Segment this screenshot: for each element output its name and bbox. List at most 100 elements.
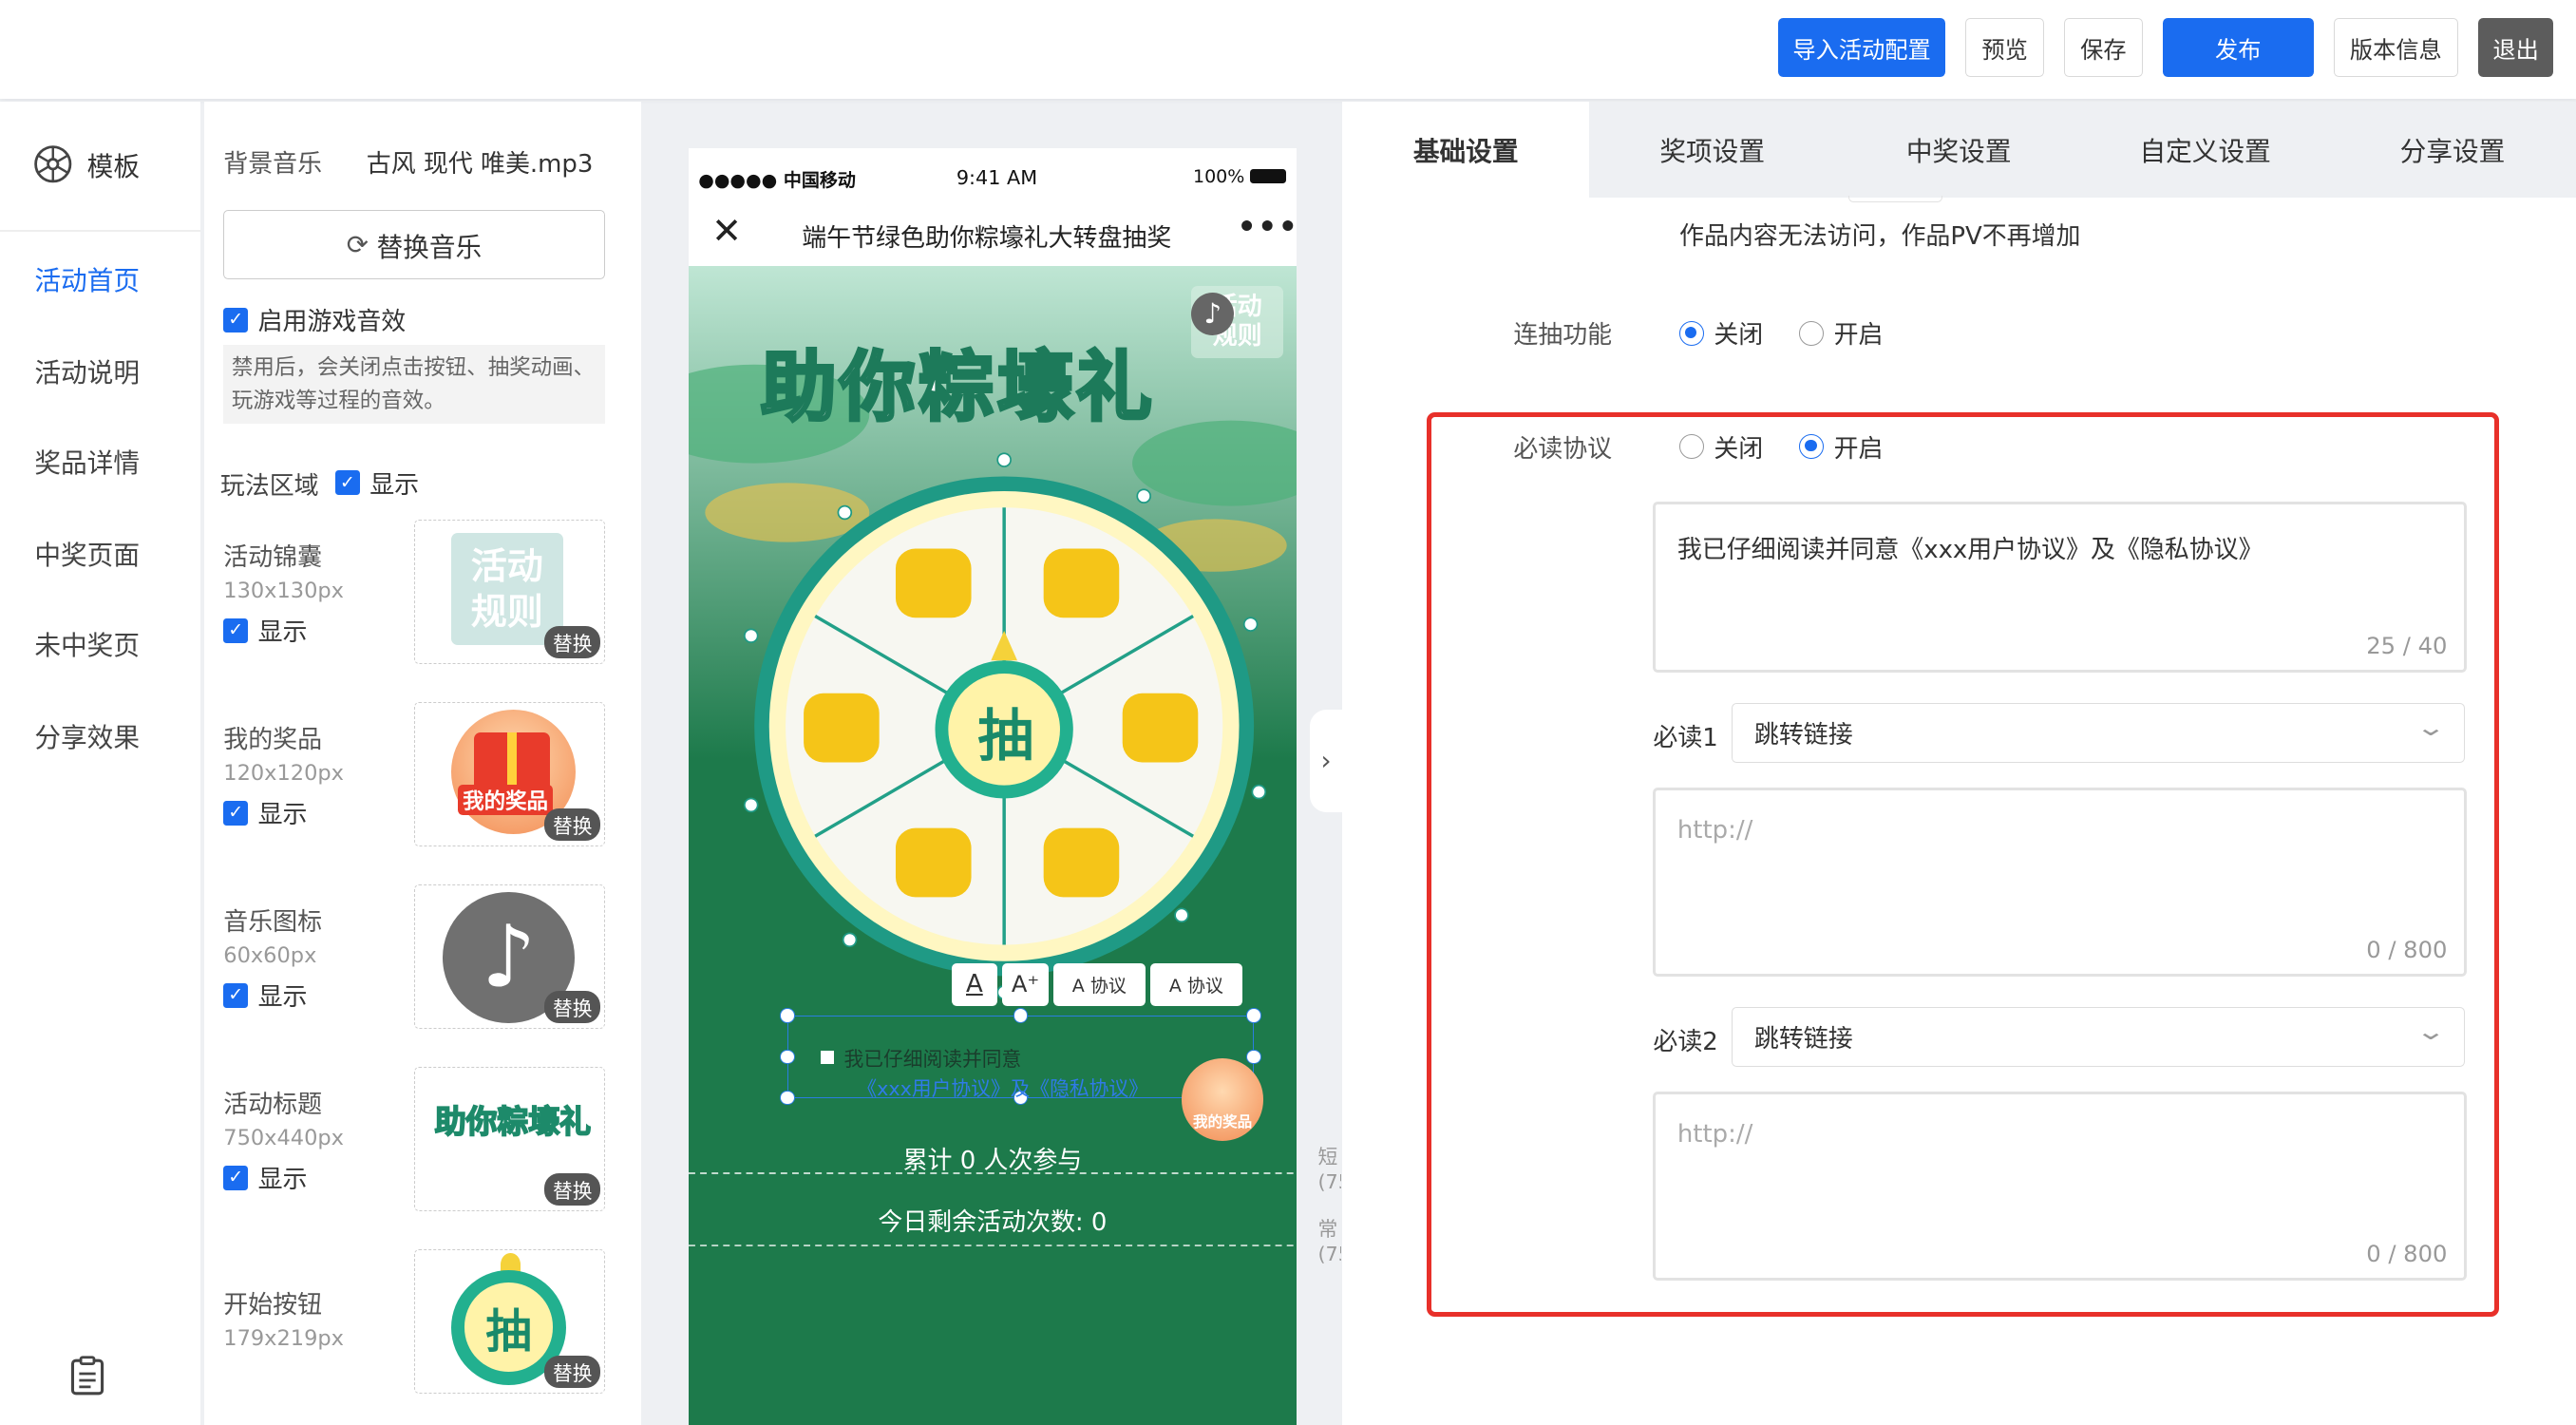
chevron-down-icon: ⌄ xyxy=(2415,713,2447,741)
multi-draw-on-radio[interactable]: 开启 xyxy=(1799,315,1884,351)
read1-url-input[interactable]: http:// 0 / 800 xyxy=(1653,787,2467,977)
read1-label: 必读1 xyxy=(1653,724,1718,752)
exit-button[interactable]: 退出 xyxy=(2477,18,2554,78)
text-format-toolbar: A A⁺ A 协议 A 协议 xyxy=(951,962,1242,1006)
asset-thumb-title[interactable]: 助你粽壕礼 替换 xyxy=(413,1066,605,1211)
play-area-show-checkbox[interactable]: ✓ 显示 xyxy=(334,466,419,501)
sidebar-item-lose-page[interactable]: 未中奖页 xyxy=(34,624,140,662)
check-icon: ✓ xyxy=(223,800,249,826)
battery-status: 100% xyxy=(1193,166,1286,187)
show-label: 显示 xyxy=(257,1166,308,1195)
game-sound-label: 启用游戏音效 xyxy=(257,308,407,337)
replace-tag[interactable]: 替换 xyxy=(544,1173,601,1206)
read2-label: 必读2 xyxy=(1653,1028,1718,1057)
preview-button[interactable]: 预览 xyxy=(1965,18,2045,78)
title-thumb-text: 助你粽壕礼 xyxy=(434,1102,592,1141)
asset-show-checkbox[interactable]: ✓ 显示 xyxy=(223,1160,307,1195)
music-toggle-icon[interactable]: ♪ xyxy=(1191,292,1235,335)
font-style-button[interactable]: A xyxy=(951,962,998,1006)
chevron-down-icon: ⌄ xyxy=(2415,1017,2447,1045)
refresh-icon: ⟳ xyxy=(346,229,369,261)
asset-name: 开始按钮 xyxy=(223,1290,323,1320)
show-label: 显示 xyxy=(257,983,308,1013)
check-icon: ✓ xyxy=(223,982,249,1008)
asset-name: 我的奖品 xyxy=(223,725,323,754)
import-config-button[interactable]: 导入活动配置 xyxy=(1777,18,1946,78)
agreement-links[interactable]: 《xxx用户协议》及《隐私协议》 xyxy=(857,1073,1148,1101)
read1-type-value: 跳转链接 xyxy=(1753,721,1853,750)
agreement-radio-group: 关闭 开启 xyxy=(1679,429,1920,465)
protocol-style-button-1[interactable]: A 协议 xyxy=(1052,962,1146,1006)
asset-size: 750x440px xyxy=(223,1126,344,1151)
agree-checkbox[interactable] xyxy=(821,1050,835,1064)
asset-show-checkbox[interactable]: ✓ 显示 xyxy=(223,978,307,1013)
sidebar-item-win-page[interactable]: 中奖页面 xyxy=(34,534,140,572)
version-info-button[interactable]: 版本信息 xyxy=(2333,18,2459,78)
agreement-label: 必读协议 xyxy=(1513,434,1613,464)
replace-tag[interactable]: 替换 xyxy=(544,991,601,1023)
replace-music-button[interactable]: ⟳ 替换音乐 xyxy=(223,210,605,280)
participant-count: 累计 0 人次参与 xyxy=(902,1146,1083,1175)
asset-thumb-music-icon[interactable]: ♪ 替换 xyxy=(413,884,605,1029)
read1-type-select[interactable]: 跳转链接 ⌄ xyxy=(1732,703,2465,763)
agreement-text-area[interactable]: 我已仔细阅读并同意《xxx用户协议》及《隐私协议》 25 / 40 xyxy=(1653,501,2467,673)
battery-icon xyxy=(1249,168,1286,184)
input-edge xyxy=(1848,195,1942,202)
read1-url-placeholder: http:// xyxy=(1676,816,1753,846)
template-label: 模板 xyxy=(86,150,141,182)
my-prize-float-icon[interactable]: 我的奖品 xyxy=(1181,1058,1264,1141)
banner-title: 助你粽壕礼 xyxy=(759,341,1156,432)
protocol-style-button-2[interactable]: A 协议 xyxy=(1149,962,1242,1006)
wheel-start-button[interactable]: 抽 xyxy=(952,691,1060,771)
show-label: 显示 xyxy=(257,801,308,830)
replace-tag[interactable]: 替换 xyxy=(544,626,601,658)
asset-name: 音乐图标 xyxy=(223,907,323,937)
game-sound-checkbox[interactable]: ✓ 启用游戏音效 xyxy=(223,302,406,337)
multi-draw-off-radio[interactable]: 关闭 xyxy=(1679,315,1763,351)
chevron-right-icon: › xyxy=(1320,745,1332,777)
divider xyxy=(0,230,201,232)
clipboard-icon[interactable] xyxy=(69,1356,105,1396)
tab-share-settings[interactable]: 分享设置 xyxy=(2328,102,2576,197)
more-icon[interactable]: ••• xyxy=(1238,210,1297,244)
battery-text: 100% xyxy=(1192,165,1245,187)
agreement-on-radio[interactable]: 开启 xyxy=(1799,429,1884,465)
read2-url-placeholder: http:// xyxy=(1676,1120,1753,1150)
tab-custom-settings[interactable]: 自定义设置 xyxy=(2082,102,2329,197)
tab-basic-settings[interactable]: 基础设置 xyxy=(1342,102,1589,198)
tab-winning-settings[interactable]: 中奖设置 xyxy=(1835,102,2082,197)
read2-url-input[interactable]: http:// 0 / 800 xyxy=(1653,1091,2467,1281)
carrier-status: ●●●●● 中国移动 xyxy=(698,169,856,191)
read2-type-select[interactable]: 跳转链接 ⌄ xyxy=(1732,1007,2465,1067)
stage-artwork xyxy=(688,266,1297,1247)
template-tab[interactable]: 模板 xyxy=(33,144,140,184)
asset-thumb-my-prize[interactable]: 我的奖品 替换 xyxy=(413,701,605,846)
asset-thumb-start-button[interactable]: 抽 替换 xyxy=(413,1248,605,1395)
panel-collapse-handle[interactable]: › xyxy=(1309,710,1343,812)
sidebar-item-home[interactable]: 活动首页 xyxy=(34,259,140,297)
asset-size: 179x219px xyxy=(223,1326,344,1352)
bgm-label: 背景音乐 xyxy=(223,150,323,180)
check-icon: ✓ xyxy=(334,470,360,496)
close-icon[interactable]: ✕ xyxy=(711,210,742,252)
remaining-count: 今日剩余活动次数: 0 xyxy=(878,1208,1108,1238)
publish-button[interactable]: 发布 xyxy=(2162,18,2314,78)
asset-show-checkbox[interactable]: ✓ 显示 xyxy=(223,795,307,830)
read2-type-value: 跳转链接 xyxy=(1753,1025,1853,1054)
sidebar-item-share-effect[interactable]: 分享效果 xyxy=(34,716,140,754)
agreement-off-radio[interactable]: 关闭 xyxy=(1679,429,1763,465)
clock: 9:41 AM xyxy=(956,165,1038,189)
save-button[interactable]: 保存 xyxy=(2063,18,2143,78)
sidebar-item-description[interactable]: 活动说明 xyxy=(34,352,140,390)
agreement-counter: 25 / 40 xyxy=(2366,633,2448,660)
multi-draw-radio-group: 关闭 开启 xyxy=(1679,315,1920,351)
read1-counter: 0 / 800 xyxy=(2366,937,2448,964)
sidebar-item-prize-details[interactable]: 奖品详情 xyxy=(34,442,140,480)
replace-tag[interactable]: 替换 xyxy=(544,808,601,841)
asset-show-checkbox[interactable]: ✓ 显示 xyxy=(223,613,307,648)
replace-tag[interactable]: 替换 xyxy=(544,1356,601,1388)
play-area-label: 玩法区域 xyxy=(219,472,319,502)
tab-prize-settings[interactable]: 奖项设置 xyxy=(1589,102,1836,197)
font-size-up-button[interactable]: A⁺ xyxy=(1002,962,1049,1006)
asset-thumb-rules[interactable]: 活动 规则 替换 xyxy=(413,519,605,664)
